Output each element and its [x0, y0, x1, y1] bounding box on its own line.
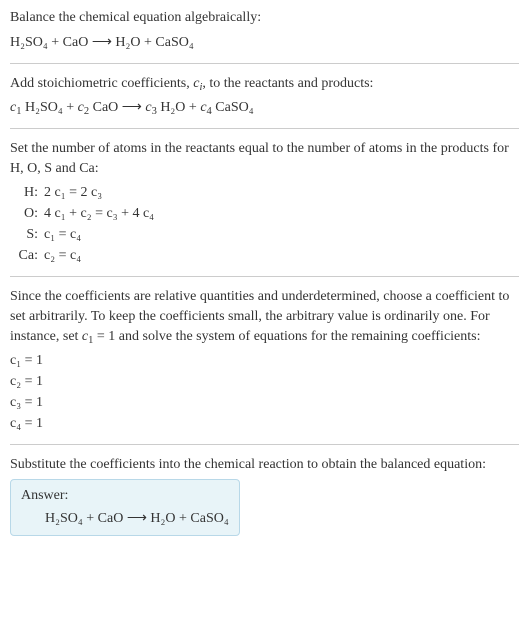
coeff-line: c₃ = 1 — [10, 392, 519, 413]
coefficients-list: c₁ = 1 c₂ = 1 c₃ = 1 c₄ = 1 — [10, 350, 519, 434]
c4s: 4 — [207, 106, 212, 117]
intro-4b: and solve the system of equations for th… — [115, 329, 480, 344]
atom-label: H: — [10, 182, 44, 203]
answer-box: Answer: H₂SO₄ + CaO ⟶ H₂O + CaSO₄ — [10, 479, 240, 536]
divider — [10, 444, 519, 445]
atom-eq: c₂ = c₄ — [44, 245, 160, 266]
table-row: H: 2 c₁ = 2 c₃ — [10, 182, 160, 203]
sp2: CaO ⟶ — [89, 100, 145, 115]
c3: c — [145, 100, 151, 115]
section-substitute: Substitute the coefficients into the che… — [10, 455, 519, 536]
sp4: CaSO₄ — [212, 100, 254, 115]
section-atoms: Set the number of atoms in the reactants… — [10, 139, 519, 266]
intro-text-5: Substitute the coefficients into the che… — [10, 455, 519, 475]
divider — [10, 128, 519, 129]
table-row: Ca: c₂ = c₄ — [10, 245, 160, 266]
atoms-table: H: 2 c₁ = 2 c₃ O: 4 c₁ + c₂ = c₃ + 4 c₄ … — [10, 182, 160, 266]
intro-2b: , to the reactants and products: — [202, 76, 373, 91]
intro-text-3: Set the number of atoms in the reactants… — [10, 139, 519, 178]
table-row: O: 4 c₁ + c₂ = c₃ + 4 c₄ — [10, 203, 160, 224]
ci-sub: i — [199, 82, 202, 93]
section-balance-intro: Balance the chemical equation algebraica… — [10, 8, 519, 53]
c2: c — [78, 100, 84, 115]
set-eq: = 1 — [93, 329, 115, 344]
c4: c — [200, 100, 206, 115]
coeff-line: c₄ = 1 — [10, 413, 519, 434]
atom-eq: c₁ = c₄ — [44, 224, 160, 245]
c2s: 2 — [84, 106, 89, 117]
section-stoichiometric: Add stoichiometric coefficients, ci, to … — [10, 74, 519, 119]
atom-eq: 4 c₁ + c₂ = c₃ + 4 c₄ — [44, 203, 160, 224]
table-row: S: c₁ = c₄ — [10, 224, 160, 245]
sp3: H₂O + — [157, 100, 201, 115]
c3s: 3 — [152, 106, 157, 117]
divider — [10, 276, 519, 277]
set-sub: 1 — [88, 335, 93, 346]
atom-label: O: — [10, 203, 44, 224]
coeff-line: c₂ = 1 — [10, 371, 519, 392]
equation-with-coeffs: c1 H₂SO₄ + c2 CaO ⟶ c3 H₂O + c4 CaSO₄ — [10, 97, 519, 118]
c1s: 1 — [16, 106, 21, 117]
equation-unbalanced: H₂SO₄ + CaO ⟶ H₂O + CaSO₄ — [10, 32, 519, 53]
section-solve: Since the coefficients are relative quan… — [10, 287, 519, 434]
answer-equation: H₂SO₄ + CaO ⟶ H₂O + CaSO₄ — [21, 510, 229, 527]
divider — [10, 63, 519, 64]
intro-text-2: Add stoichiometric coefficients, ci, to … — [10, 74, 519, 94]
atom-label: S: — [10, 224, 44, 245]
atom-label: Ca: — [10, 245, 44, 266]
intro-2a: Add stoichiometric coefficients, — [10, 76, 193, 91]
sp1: H₂SO₄ + — [21, 100, 77, 115]
atom-eq: 2 c₁ = 2 c₃ — [44, 182, 160, 203]
intro-text-1: Balance the chemical equation algebraica… — [10, 8, 519, 28]
intro-text-4: Since the coefficients are relative quan… — [10, 287, 519, 346]
coeff-line: c₁ = 1 — [10, 350, 519, 371]
answer-label: Answer: — [21, 488, 229, 504]
